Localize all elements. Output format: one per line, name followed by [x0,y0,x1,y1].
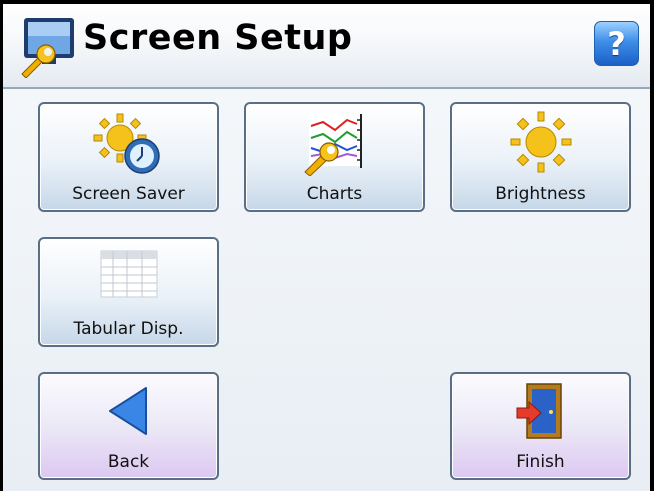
finish-label: Finish [516,452,565,472]
back-button[interactable]: Back [38,372,219,480]
back-arrow-icon [104,384,154,442]
tabular-display-label: Tabular Disp. [73,319,184,339]
tabular-display-button[interactable]: Tabular Disp. [38,237,219,347]
sun-clock-icon [92,112,166,180]
exit-door-icon [515,382,567,444]
main-content: Screen Saver Charts Brightness Tabular D… [3,89,650,491]
back-label: Back [107,452,150,472]
finish-button[interactable]: Finish [450,372,631,480]
header-bar: Screen Setup ? [3,4,650,89]
screen-saver-button[interactable]: Screen Saver [38,102,219,212]
table-icon [99,249,159,305]
screen-frame: Screen Setup ? Screen Saver Charts Brigh… [0,0,654,491]
brightness-label: Brightness [495,184,586,204]
brightness-button[interactable]: Brightness [450,102,631,212]
sun-icon [509,110,573,178]
page-title: Screen Setup [83,18,353,58]
charts-label: Charts [306,184,363,204]
help-button[interactable]: ? [594,21,639,66]
screen-saver-label: Screen Saver [72,184,185,204]
charts-button[interactable]: Charts [244,102,425,212]
monitor-wrench-icon [18,16,78,82]
chart-wrench-icon [303,112,367,180]
